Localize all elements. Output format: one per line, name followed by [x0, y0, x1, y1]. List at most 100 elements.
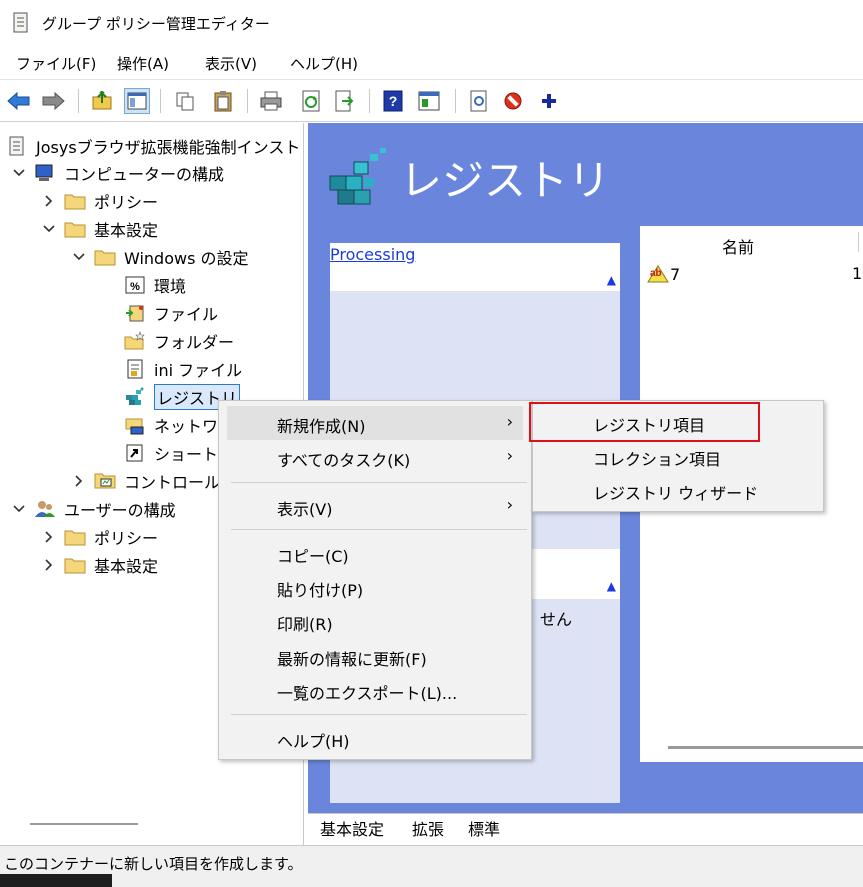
computer-icon [34, 163, 56, 183]
tree-item-ini-files[interactable]: ini ファイル [124, 356, 242, 382]
network-icon [124, 415, 146, 435]
export-icon[interactable] [332, 88, 358, 114]
registry-value-icon: ab [647, 265, 669, 283]
title-bar: グループ ポリシー管理エディター [0, 0, 863, 46]
tree-label: Windows の設定 [124, 249, 249, 268]
list-item[interactable]: ab 7 1 [646, 264, 862, 284]
tree-root-label: Josysブラウザ拡張機能強制インスト [36, 138, 301, 157]
highlight-box [529, 402, 760, 442]
control-panel-icon [94, 471, 116, 491]
chevron-right-icon[interactable] [42, 558, 56, 572]
processing-link[interactable]: Processing [330, 245, 415, 264]
tree-horizontal-scrollbar[interactable] [30, 823, 138, 825]
delete-icon[interactable] [500, 88, 526, 114]
toolbar: ? [0, 80, 863, 122]
column-divider[interactable] [858, 232, 859, 252]
back-icon[interactable] [6, 88, 32, 114]
chevron-right-icon[interactable] [42, 194, 56, 208]
forward-icon[interactable] [40, 88, 66, 114]
tab-extended[interactable]: 拡張 [412, 816, 444, 840]
svg-text:ab: ab [650, 268, 662, 279]
menu-item-refresh[interactable]: 最新の情報に更新(F) [227, 639, 523, 673]
tree-label: コントロール [124, 473, 221, 492]
tree-item-environment[interactable]: % 環境 [124, 272, 186, 298]
chevron-down-icon[interactable] [72, 250, 86, 264]
tree-item-user-policy[interactable]: ポリシー [42, 524, 158, 550]
list-horizontal-scrollbar[interactable] [668, 746, 863, 749]
menu-item-label: 印刷(R) [277, 615, 333, 634]
menu-action[interactable]: 操作(A) [115, 53, 171, 74]
menu-item-help[interactable]: ヘルプ(H) [227, 721, 523, 755]
tree-label: 基本設定 [94, 221, 159, 240]
submenu-item-label: コレクション項目 [593, 450, 722, 469]
registry-heading: レジストリ [400, 156, 611, 205]
menu-item-export-list[interactable]: 一覧のエクスポート(L)... [227, 673, 523, 707]
menu-view[interactable]: 表示(V) [203, 53, 259, 74]
add-icon[interactable] [536, 88, 562, 114]
shortcut-icon [124, 443, 146, 463]
refresh-icon[interactable] [298, 88, 324, 114]
chevron-right-icon: › [506, 446, 513, 465]
collapse-caret-icon[interactable]: ▲ [607, 579, 616, 593]
tab-standard[interactable]: 標準 [468, 816, 500, 840]
paste-icon[interactable] [210, 88, 236, 114]
tree-item-files[interactable]: ファイル [124, 300, 218, 326]
description-text: せん [540, 610, 573, 629]
chevron-down-icon[interactable] [42, 222, 56, 236]
menu-item-label: 貼り付け(P) [277, 581, 364, 600]
collapse-caret-icon[interactable]: ▲ [607, 273, 616, 287]
menu-item-view[interactable]: 表示(V) › [227, 489, 523, 523]
chevron-right-icon: › [506, 495, 513, 514]
copy-icon[interactable] [172, 88, 198, 114]
tree-item-root[interactable]: Josysブラウザ拡張機能強制インスト [6, 133, 300, 159]
tree-item-control-panel[interactable]: コントロール [72, 468, 220, 494]
menu-item-new[interactable]: 新規作成(N) › [227, 406, 523, 440]
tree-label: 環境 [154, 277, 187, 296]
menu-item-copy[interactable]: コピー(C) [227, 536, 523, 570]
menu-item-label: 表示(V) [277, 500, 333, 519]
list-header: 名前 [640, 226, 863, 258]
chevron-right-icon[interactable] [72, 474, 86, 488]
menu-item-all-tasks[interactable]: すべてのタスク(K) › [227, 440, 523, 474]
print-icon[interactable] [258, 88, 284, 114]
chevron-right-icon[interactable] [42, 530, 56, 544]
submenu-item-collection-item[interactable]: コレクション項目 [533, 440, 823, 472]
svg-text:%: % [130, 281, 140, 293]
chevron-down-icon[interactable] [12, 166, 26, 180]
registry-large-icon [329, 148, 386, 205]
tree-item-computer-config[interactable]: コンピューターの構成 [12, 160, 224, 186]
tree-item-user-config[interactable]: ユーザーの構成 [12, 496, 176, 522]
filter-icon[interactable] [466, 88, 492, 114]
menu-help[interactable]: ヘルプ(H) [288, 53, 360, 74]
menu-item-label: ヘルプ(H) [277, 732, 350, 751]
help-icon[interactable]: ? [380, 88, 406, 114]
folder-icon [64, 527, 86, 547]
folder-icon [64, 555, 86, 575]
registry-icon [124, 387, 146, 407]
submenu-item-registry-wizard[interactable]: レジストリ ウィザード [533, 474, 823, 506]
menu-item-label: 新規作成(N) [277, 417, 366, 436]
chevron-down-icon[interactable] [12, 502, 26, 516]
folder-icon [94, 247, 116, 267]
ini-file-icon [124, 359, 146, 379]
svg-text:?: ? [389, 93, 398, 109]
tab-basic-settings[interactable]: 基本設定 [320, 816, 384, 840]
column-name-header[interactable]: 名前 [722, 234, 754, 258]
tree-item-folders[interactable]: フォルダー [124, 328, 234, 354]
show-hide-tree-icon[interactable] [124, 88, 150, 114]
up-folder-icon[interactable] [89, 88, 115, 114]
menu-separator [231, 529, 527, 530]
tree-item-basic-settings[interactable]: 基本設定 [42, 216, 158, 242]
menu-file[interactable]: ファイル(F) [14, 53, 98, 74]
properties-icon[interactable] [416, 88, 442, 114]
tree-label: 基本設定 [94, 557, 159, 576]
menu-item-paste[interactable]: 貼り付け(P) [227, 570, 523, 604]
folder-icon [64, 191, 86, 211]
tree-item-windows-settings[interactable]: Windows の設定 [72, 244, 249, 270]
menu-item-print[interactable]: 印刷(R) [227, 604, 523, 638]
tree-item-user-basic-settings[interactable]: 基本設定 [42, 552, 158, 578]
tree-item-policy[interactable]: ポリシー [42, 188, 158, 214]
status-text: このコンテナーに新しい項目を作成します。 [4, 855, 303, 873]
files-icon [124, 303, 146, 323]
menu-item-label: すべてのタスク(K) [277, 451, 411, 470]
